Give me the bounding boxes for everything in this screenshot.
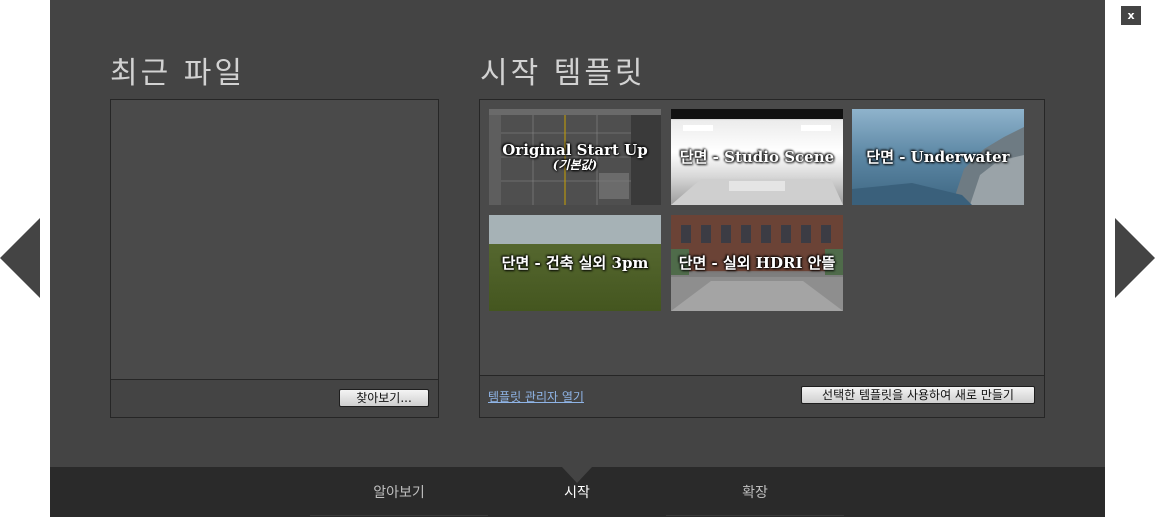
tab-start-label: 시작 xyxy=(564,485,590,501)
recent-files-list[interactable]: 찾아보기... xyxy=(110,99,439,418)
recent-files-footer: 찾아보기... xyxy=(111,379,438,417)
template-exterior-hdri-courtyard[interactable]: 단면 - 실외 HDRI 안뜰 xyxy=(671,215,843,311)
template-label: 단면 - Studio Scene xyxy=(679,148,835,166)
welcome-screen-panel: 최근 파일 시작 템플릿 찾아보기... Original Start Up (… xyxy=(50,0,1105,517)
tab-start[interactable]: 시작 xyxy=(488,467,666,515)
close-button[interactable]: x xyxy=(1121,6,1141,25)
create-from-template-button[interactable]: 선택한 템플릿을 사용하여 새로 만들기 xyxy=(801,386,1035,404)
recent-files-heading: 최근 파일 xyxy=(110,56,245,91)
templates-list: Original Start Up (기본값) 단면 - Studio Scen… xyxy=(479,99,1045,418)
template-studio-scene[interactable]: 단면 - Studio Scene xyxy=(671,109,843,205)
template-original-start-up[interactable]: Original Start Up (기본값) xyxy=(489,109,661,205)
templates-footer: 템플릿 관리자 열기 선택한 템플릿을 사용하여 새로 만들기 xyxy=(480,375,1044,417)
template-architecture-exterior-3pm[interactable]: 단면 - 건축 실외 3pm xyxy=(489,215,661,311)
template-underwater[interactable]: 단면 - Underwater xyxy=(852,109,1024,205)
template-label: 단면 - 실외 HDRI 안뜰 xyxy=(678,254,836,272)
next-page-arrow-icon[interactable] xyxy=(1115,218,1155,298)
template-label: 단면 - Underwater xyxy=(866,148,1010,166)
browse-button[interactable]: 찾아보기... xyxy=(339,389,429,407)
tab-extend[interactable]: 확장 xyxy=(666,467,844,516)
active-tab-pointer-icon xyxy=(562,467,592,483)
tab-learn[interactable]: 알아보기 xyxy=(310,467,488,516)
template-label: Original Start Up (기본값) xyxy=(489,142,661,172)
template-label: 단면 - 건축 실외 3pm xyxy=(501,254,649,272)
previous-page-arrow-icon[interactable] xyxy=(0,218,40,298)
bottom-navigation-bar: 알아보기 시작 확장 xyxy=(50,467,1105,517)
template-title: Original Start Up xyxy=(502,141,648,159)
template-subtitle: (기본값) xyxy=(552,158,598,172)
open-template-manager-link[interactable]: 템플릿 관리자 열기 xyxy=(488,388,584,405)
start-templates-heading: 시작 템플릿 xyxy=(480,56,646,91)
